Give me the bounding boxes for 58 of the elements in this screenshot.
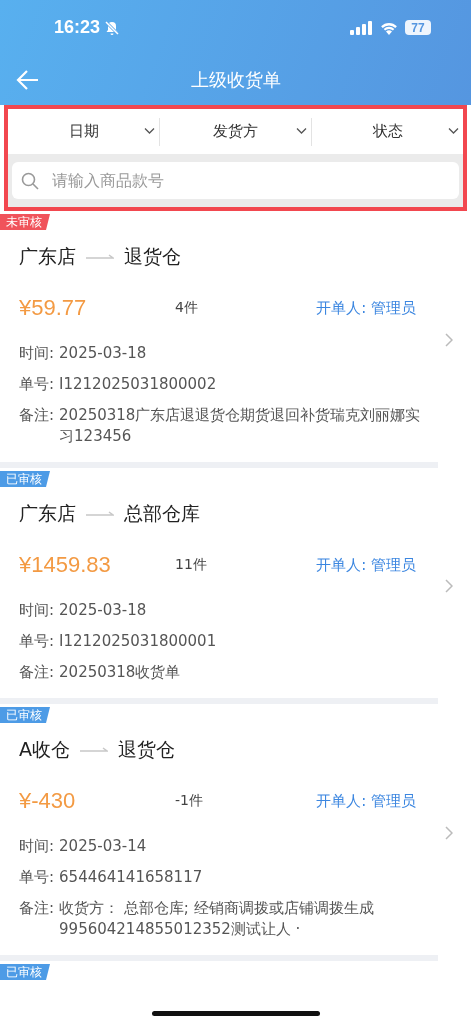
order-time: 2025-03-14 (59, 836, 148, 857)
field-label: 时间: (19, 600, 55, 621)
chevron-down-icon (144, 126, 155, 135)
order-note: 收货方： 总部仓库; 经销商调拨或店铺调拨生成995604214855012352测试让人 · (59, 898, 375, 940)
order-amount: ¥59.77 (19, 295, 88, 321)
filter-dropdown[interactable]: 状态 (312, 109, 463, 154)
signal-icon (350, 20, 372, 35)
field-label: 备注: (19, 405, 55, 426)
creator-label: 开单人: 管理员 (316, 555, 416, 575)
sender-name: 广东店 (19, 501, 76, 526)
filter-dropdown[interactable]: 发货方 (160, 117, 312, 146)
field-label: 备注: (19, 898, 55, 919)
status-badge: 已审核 (0, 707, 50, 723)
field-label: 单号: (19, 867, 55, 888)
field-label: 备注: (19, 662, 55, 683)
creator-label: 开单人: 管理员 (316, 791, 416, 811)
field-label: 单号: (19, 631, 55, 652)
status-time: 16:23 (54, 17, 101, 38)
status-badge: 未审核 (0, 214, 50, 230)
item-count: 4件 (175, 299, 199, 317)
order-amount: ¥1459.83 (19, 552, 112, 578)
wifi-icon (379, 20, 399, 35)
creator-label: 开单人: 管理员 (316, 298, 416, 318)
receiver-name: 退货仓 (118, 737, 175, 762)
order-card[interactable]: 已审核 A收仓 退货仓 ¥-430 -1件 开单人: 管理员 时间: 2025-03-14 单号: 654464141658117 备注: 收货方： 总部仓库; 经销商调拨或店铺调拨生成995604214855012352测试让人 · (0, 704, 471, 955)
back-arrow-icon[interactable] (16, 69, 40, 91)
sender-name: A收仓 (19, 737, 70, 762)
status-badge: 已审核 (0, 964, 50, 980)
filter-dropdown[interactable]: 日期 (8, 117, 160, 146)
field-label: 时间: (19, 343, 55, 364)
chevron-down-icon (448, 126, 459, 135)
order-number: 654464141658117 (59, 867, 204, 888)
chevron-down-icon (296, 126, 307, 135)
order-amount: ¥-430 (19, 788, 77, 814)
chevron-right-icon (445, 332, 453, 347)
order-card[interactable]: 已审核 广东店 总部仓库 ¥1459.83 11件 开单人: 管理员 时间: 2025-03-18 单号: I1212025031800001 备注: 20250318收货单 (0, 468, 471, 698)
order-number: I1212025031800001 (59, 631, 218, 652)
chevron-right-icon (445, 579, 453, 593)
order-card[interactable]: 未审核 广东店 退货仓 ¥59.77 4件 开单人: 管理员 时间: 2025-03-18 单号: I1212025031800002 备注: 20250318广东店退退货仓期货退回补货瑞克刘丽娜实习123456 (0, 211, 471, 462)
field-label: 时间: (19, 836, 55, 857)
item-count: -1件 (175, 792, 204, 810)
field-label: 单号: (19, 374, 55, 395)
bell-slash-icon (104, 19, 121, 36)
sender-name: 广东店 (19, 244, 76, 269)
order-number: I1212025031800002 (59, 374, 218, 395)
order-note: 20250318广东店退退货仓期货退回补货瑞克刘丽娜实习123456 (59, 405, 421, 447)
item-count: 11件 (175, 556, 208, 574)
search-icon (21, 172, 39, 190)
chevron-right-icon (445, 825, 453, 840)
receiver-name: 总部仓库 (124, 501, 200, 526)
order-note: 20250318收货单 (59, 662, 182, 683)
status-badge: 已审核 (0, 471, 50, 487)
order-time: 2025-03-18 (59, 343, 148, 364)
battery-icon: 77 (405, 20, 431, 35)
search-field[interactable]: 请输入商品款号 (12, 162, 459, 199)
order-time: 2025-03-18 (59, 600, 148, 621)
page-title: 上级收货单 (190, 68, 281, 92)
receiver-name: 退货仓 (124, 244, 181, 269)
